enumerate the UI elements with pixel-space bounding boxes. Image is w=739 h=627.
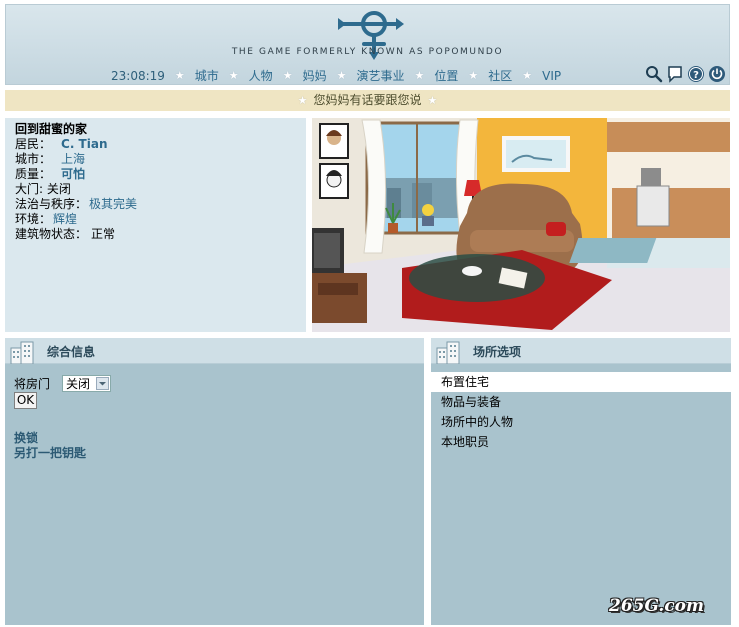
quality-row: 质量： 可怕: [15, 167, 296, 182]
star-icon: ★: [468, 69, 479, 82]
message-icon[interactable]: [666, 65, 684, 83]
home-info-panel: 回到甜蜜的家 居民： C. Tian 城市： 上海 质量： 可怕 大门: 关闭 法治与…: [5, 118, 306, 332]
door-label: 大门:: [15, 182, 44, 196]
ok-button[interactable]: OK: [14, 392, 37, 409]
resident-row: 居民： C. Tian: [15, 137, 296, 152]
site-tagline: THE GAME FORMERLY KNOWN AS POPOMUNDO: [231, 47, 504, 57]
main-nav: 23:08:19 ★ 城市 ★ 人物 ★ 妈妈 ★ 演艺事业 ★ 位置 ★ 社区…: [111, 67, 565, 84]
option-local-staff[interactable]: 本地职员: [431, 432, 731, 452]
building-icon: [436, 341, 460, 364]
resident-link[interactable]: C. Tian: [61, 137, 107, 151]
general-info-header: 综合信息: [5, 338, 424, 364]
security-row: 法治与秩序： 极其完美: [15, 197, 296, 212]
building-icon: [10, 341, 34, 364]
building-label: 建筑物状态：: [15, 227, 88, 241]
option-items-equipment[interactable]: 物品与装备: [431, 392, 731, 412]
mom-message-text[interactable]: 您妈妈有话要跟您说: [313, 93, 421, 107]
search-icon[interactable]: [645, 65, 663, 83]
star-icon: ★: [522, 69, 533, 82]
nav-characters[interactable]: 人物: [249, 67, 273, 84]
general-info-panel: 综合信息 将房门 关闭 OK 换锁 另打一把钥匙: [5, 338, 424, 625]
general-info-title: 综合信息: [47, 345, 96, 359]
star-icon: ★: [228, 69, 239, 82]
nav-vip[interactable]: VIP: [542, 69, 561, 83]
resident-label: 居民：: [15, 137, 52, 151]
star-icon: ★: [174, 69, 185, 82]
star-icon: ★: [282, 69, 293, 82]
option-decorate-home[interactable]: 布置住宅: [431, 372, 731, 392]
mom-message-bar[interactable]: ★ 您妈妈有话要跟您说 ★: [5, 90, 730, 111]
environment-row: 环境： 辉煌: [15, 212, 296, 227]
option-people-here[interactable]: 场所中的人物: [431, 412, 731, 432]
locale-options-list: 布置住宅 物品与装备 场所中的人物 本地职员: [431, 372, 731, 452]
help-icon[interactable]: ?: [687, 65, 705, 83]
nav-city[interactable]: 城市: [195, 67, 219, 84]
clock: 23:08:19: [111, 68, 165, 83]
building-value: 正常: [91, 227, 116, 241]
city-link[interactable]: 上海: [61, 152, 85, 166]
chevron-down-icon[interactable]: [96, 377, 110, 390]
nav-career[interactable]: 演艺事业: [356, 67, 404, 84]
door-control-label: 将房门: [14, 377, 51, 391]
city-label: 城市：: [15, 152, 52, 166]
security-label: 法治与秩序：: [15, 197, 88, 211]
site-header: THE GAME FORMERLY KNOWN AS POPOMUNDO 23:…: [5, 4, 730, 85]
door-state-select[interactable]: 关闭: [62, 375, 112, 392]
star-icon: ★: [297, 94, 308, 107]
door-row: 大门: 关闭: [15, 182, 296, 197]
building-row: 建筑物状态： 正常: [15, 227, 296, 242]
environment-link[interactable]: 辉煌: [53, 212, 77, 226]
svg-text:?: ?: [693, 70, 699, 81]
nav-mom[interactable]: 妈妈: [303, 67, 327, 84]
door-value: 关闭: [46, 182, 71, 196]
living-room-illustration: [312, 118, 730, 332]
star-icon: ★: [427, 94, 438, 107]
environment-label: 环境：: [15, 212, 52, 226]
nav-location[interactable]: 位置: [434, 67, 458, 84]
power-icon[interactable]: [708, 65, 726, 83]
site-watermark: 265G.com: [609, 596, 704, 616]
header-tools: ?: [645, 65, 726, 83]
door-state-value: 关闭: [66, 377, 91, 391]
locale-options-title: 场所选项: [473, 345, 522, 359]
home-title: 回到甜蜜的家: [15, 122, 88, 136]
nav-community[interactable]: 社区: [488, 67, 512, 84]
copy-key-link[interactable]: 另打一把钥匙: [14, 444, 86, 461]
city-row: 城市： 上海: [15, 152, 296, 167]
quality-value[interactable]: 可怕: [61, 167, 85, 181]
star-icon: ★: [336, 69, 347, 82]
quality-label: 质量：: [15, 167, 52, 181]
security-link[interactable]: 极其完美: [89, 197, 137, 211]
locale-options-header: 场所选项: [431, 338, 731, 364]
door-control-row: 将房门 关闭: [14, 375, 112, 392]
locale-options-panel: 场所选项 布置住宅 物品与装备 场所中的人物 本地职员: [431, 338, 731, 625]
star-icon: ★: [414, 69, 425, 82]
